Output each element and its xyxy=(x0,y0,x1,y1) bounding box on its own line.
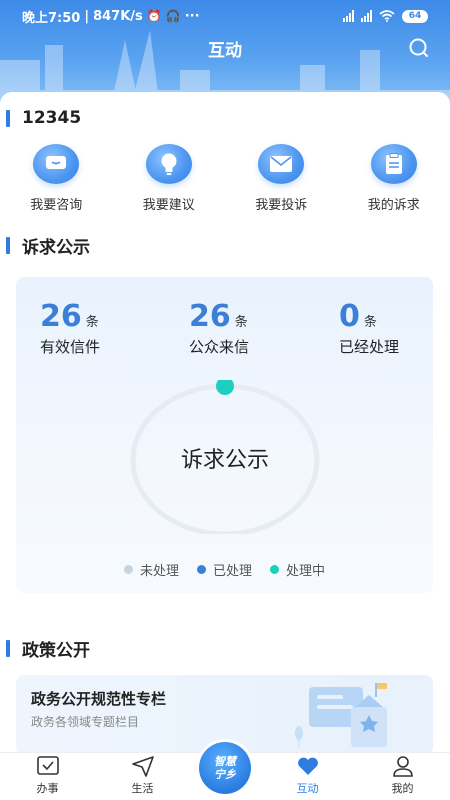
stat-value: 26 xyxy=(40,299,82,334)
section-accent-bar xyxy=(6,639,10,657)
legend-label: 已处理 xyxy=(212,564,252,579)
section-header-policy: 政策公开 xyxy=(0,636,90,661)
clipboard-icon xyxy=(370,144,417,184)
logo-line-1: 智慧 xyxy=(214,755,236,768)
stat-valid-letters: 26 条 有效信件 xyxy=(40,299,100,357)
section-header-appeals: 诉求公示 xyxy=(0,233,90,258)
stat-label: 公众来信 xyxy=(189,338,250,356)
legend-item-unprocessed: 未处理 xyxy=(123,560,179,579)
stat-unit: 条 xyxy=(85,315,99,330)
quick-action-label: 我要投诉 xyxy=(255,198,308,213)
headset-icon: 🎧 xyxy=(165,9,181,23)
page-title: 互动 xyxy=(208,41,242,61)
policy-card-subtitle: 政务各领域专题栏目 xyxy=(31,715,140,729)
tab-label: 互动 xyxy=(296,782,319,795)
legend-item-processed: 已处理 xyxy=(196,560,252,579)
quick-action-label: 我要建议 xyxy=(142,198,195,213)
cellular-signal-2-icon xyxy=(361,10,372,22)
quick-action-label: 我的诉求 xyxy=(367,198,420,213)
tab-service[interactable]: 办事 xyxy=(0,753,95,800)
section-header-12345: 12345 xyxy=(0,106,81,130)
tab-interaction[interactable]: 互动 xyxy=(260,753,355,800)
section-accent-bar xyxy=(6,236,10,254)
ring-legend: 未处理 已处理 处理中 xyxy=(16,560,433,579)
user-icon xyxy=(392,756,413,777)
logo-line-2: 宁乡 xyxy=(214,768,236,781)
smart-ningxiang-logo: 智慧 宁乡 xyxy=(199,742,251,794)
tab-life[interactable]: 生活 xyxy=(95,753,190,800)
stat-unit: 条 xyxy=(363,315,377,330)
bottom-tab-bar: 办事 生活 互动 我的 智慧 宁乡 xyxy=(0,739,450,800)
tab-label: 办事 xyxy=(36,782,59,795)
status-network-speed: 847K/s xyxy=(93,8,143,24)
legend-dot xyxy=(196,565,206,574)
stat-processed: 0条 已经处理 xyxy=(339,299,399,357)
tab-mine[interactable]: 我的 xyxy=(355,753,450,800)
status-time: 晚上7:50 xyxy=(22,10,81,26)
stat-value: 26 xyxy=(189,299,231,334)
document-building-illustration xyxy=(295,683,387,747)
quick-actions: 我要咨询 我要建议 我要投诉 我的诉求 xyxy=(0,144,450,213)
stat-label: 有效信件 xyxy=(40,338,101,356)
legend-dot xyxy=(270,565,279,574)
policy-card-title: 政务公开规范性专栏 xyxy=(31,690,167,708)
stat-public-letters: 26 条 公众来信 xyxy=(189,299,249,357)
quick-action-complain[interactable]: 我要投诉 xyxy=(225,144,338,213)
send-icon xyxy=(131,756,154,777)
stat-label: 已经处理 xyxy=(339,338,400,356)
section-title-appeals: 诉求公示 xyxy=(22,237,90,258)
legend-label: 处理中 xyxy=(286,564,326,579)
section-title-12345: 12345 xyxy=(22,108,82,128)
battery-indicator: 64 xyxy=(402,9,428,23)
appeals-stats-panel[interactable]: 26条 有效信件 26条 公众来信 0条 已经处理 诉求公示 未处理 已处理 xyxy=(16,277,433,593)
more-dots-icon: ··· xyxy=(184,8,200,24)
checklist-icon xyxy=(36,756,59,775)
lightbulb-icon xyxy=(145,144,192,184)
stat-unit: 条 xyxy=(234,315,248,330)
search-icon[interactable] xyxy=(408,37,430,59)
heart-icon xyxy=(297,757,318,775)
section-accent-bar xyxy=(6,109,10,127)
chat-icon xyxy=(33,144,80,184)
envelope-icon xyxy=(258,144,305,184)
ring-progress-marker xyxy=(216,380,234,395)
center-logo-button[interactable]: 智慧 宁乡 xyxy=(196,739,254,797)
legend-dot xyxy=(123,565,133,574)
quick-action-my-appeals[interactable]: 我的诉求 xyxy=(338,144,450,213)
alarm-icon: ⏰ xyxy=(146,9,162,23)
section-title-policy: 政策公开 xyxy=(22,640,90,661)
ring-center-label: 诉求公示 xyxy=(180,448,269,473)
legend-item-processing: 处理中 xyxy=(270,560,325,579)
quick-action-label: 我要咨询 xyxy=(30,198,83,213)
status-bar: 晚上7:50 | 847K/s ⏰ 🎧 ··· 64 xyxy=(0,0,450,32)
cellular-signal-icon xyxy=(343,10,354,22)
tab-label: 生活 xyxy=(131,782,154,795)
main-content: 12345 我要咨询 我要建议 我要投诉 我的诉求 诉求公示 26 条 有效信件… xyxy=(0,92,450,755)
quick-action-suggest[interactable]: 我要建议 xyxy=(113,144,226,213)
stat-value: 0 xyxy=(339,299,360,334)
tab-label: 我的 xyxy=(391,782,414,795)
legend-label: 未处理 xyxy=(139,564,179,579)
quick-action-consult[interactable]: 我要咨询 xyxy=(0,144,113,213)
wifi-icon xyxy=(379,10,395,22)
